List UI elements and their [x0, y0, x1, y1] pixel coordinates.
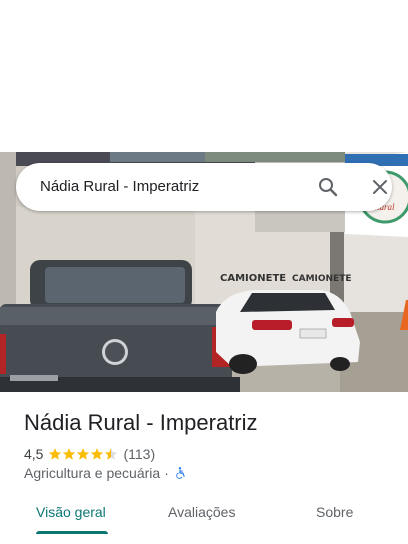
star-rating	[48, 447, 118, 461]
star-icon	[77, 448, 90, 460]
close-icon[interactable]	[368, 175, 392, 199]
category-row: Agricultura e pecuária ·	[24, 465, 187, 481]
wall-sign-right: CAMIONETE	[292, 274, 352, 284]
rating-row[interactable]: 4,5 (113)	[24, 445, 155, 463]
search-bar[interactable]: Nádia Rural - Imperatriz	[16, 163, 392, 211]
wheelchair-accessible-icon	[176, 467, 185, 479]
place-tabs: Visão geral Avaliações Sobre	[0, 500, 408, 536]
wall-sign-left: CAMIONETE	[220, 273, 286, 284]
search-input[interactable]: Nádia Rural - Imperatriz	[40, 178, 199, 195]
tab-about[interactable]: Sobre	[316, 504, 353, 520]
place-info-panel: Nádia Rural - Imperatriz 4,5 (113) Agric…	[0, 392, 408, 544]
map-blank-area	[0, 0, 408, 152]
search-icon[interactable]	[316, 175, 340, 199]
review-count[interactable]: (113)	[123, 446, 155, 462]
place-category: Agricultura e pecuária	[24, 465, 161, 481]
star-icon	[63, 448, 76, 460]
half-star-icon	[105, 448, 118, 460]
tab-overview[interactable]: Visão geral	[36, 504, 106, 520]
star-icon	[49, 448, 62, 460]
active-tab-indicator	[36, 531, 108, 534]
tab-reviews[interactable]: Avaliações	[168, 504, 235, 520]
star-icon	[91, 448, 104, 460]
rating-value: 4,5	[24, 446, 44, 462]
place-title: Nádia Rural - Imperatriz	[24, 410, 258, 435]
separator-dot: ·	[164, 465, 169, 481]
